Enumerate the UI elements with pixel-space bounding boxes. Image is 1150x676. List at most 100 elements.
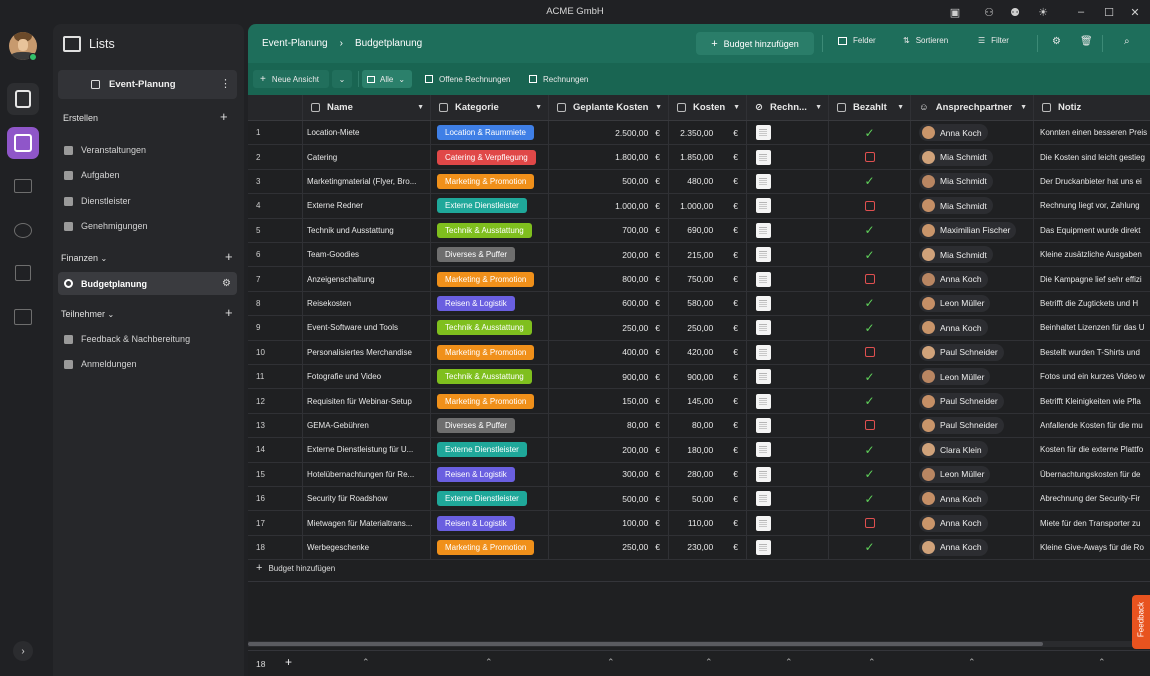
invoice-thumbnail-icon[interactable] [756, 271, 771, 287]
invoice-thumbnail-icon[interactable] [756, 173, 771, 189]
cell-note[interactable]: Rechnung liegt vor, Zahlung [1034, 194, 1150, 217]
cell-invoice[interactable] [747, 145, 829, 169]
cell-invoice[interactable] [747, 511, 829, 535]
users-icon[interactable]: ⚉ [1006, 4, 1024, 20]
cell-cost[interactable]: 1.850,00 € [669, 145, 747, 169]
sidebar-item-veranstaltungen[interactable]: Veranstaltungen [61, 139, 236, 161]
summary-toggle-icon[interactable]: ⌃ [1098, 657, 1106, 668]
cell-name[interactable]: Security für Roadshow [303, 487, 431, 511]
table-row[interactable]: 14 Externe Dienstleistung für U... Externe… [248, 438, 1150, 463]
cell-invoice[interactable] [747, 389, 829, 413]
cell-planned-cost[interactable]: 600,00 € [549, 291, 669, 316]
cell-category[interactable]: Marketing & Promotion [431, 169, 549, 194]
table-row[interactable]: 16 Security für Roadshow Externe Dienstlei… [248, 487, 1150, 512]
cell-paid[interactable] [829, 194, 911, 218]
cell-planned-cost[interactable]: 900,00 € [549, 365, 669, 389]
table-row[interactable]: 12 Requisiten für Webinar-Setup Marketing … [248, 389, 1150, 414]
cell-cost[interactable]: 480,00 € [669, 169, 747, 194]
table-row[interactable]: 18 Werbegeschenke Marketing & Promotion 250… [248, 535, 1150, 561]
table-row[interactable]: 1 Location-Miete Location & Raummiete 2.500… [248, 121, 1150, 146]
cell-category[interactable]: Diverses & Puffer [431, 243, 549, 267]
invoice-thumbnail-icon[interactable] [756, 149, 771, 165]
sidebar-item-aufgaben[interactable]: Aufgaben [61, 164, 236, 186]
unchecked-box-icon[interactable] [864, 274, 875, 285]
cell-cost[interactable]: 230,00 € [669, 535, 747, 560]
cell-planned-cost[interactable]: 800,00 € [549, 267, 669, 291]
cell-note[interactable]: Bestellt wurden T-Shirts und [1034, 341, 1150, 364]
sidebar-item-anmeldungen[interactable]: Anmeldungen [61, 353, 236, 375]
cell-planned-cost[interactable]: 500,00 € [549, 169, 669, 194]
new-view-dropdown-icon[interactable]: ⌄ [332, 70, 352, 88]
cell-cost[interactable]: 2.350,00 € [669, 121, 747, 145]
filter-button[interactable]: ☰ Filter [978, 36, 1009, 45]
cell-invoice[interactable] [747, 218, 829, 242]
summary-toggle-icon[interactable]: ⌃ [968, 657, 976, 668]
summary-toggle-icon[interactable]: ⌃ [785, 657, 793, 668]
check-circle-icon[interactable]: ✓ [864, 296, 874, 310]
cell-category[interactable]: Marketing & Promotion [431, 340, 549, 364]
invoice-thumbnail-icon[interactable] [756, 491, 771, 507]
check-circle-icon[interactable]: ✓ [864, 248, 874, 262]
check-circle-icon[interactable]: ✓ [864, 321, 874, 335]
cell-paid[interactable]: ✓ [829, 487, 911, 511]
chat-nav-icon[interactable] [7, 214, 39, 246]
summary-toggle-icon[interactable]: ⌃ [485, 657, 493, 668]
cell-note[interactable]: Der Druckanbieter hat uns ei [1034, 170, 1150, 193]
contact-chip[interactable]: Paul Schneider [919, 392, 1004, 410]
cell-note[interactable]: Miete für den Transporter zu [1034, 511, 1150, 534]
contact-chip[interactable]: Mia Schmidt [919, 246, 993, 264]
cell-name[interactable]: Anzeigenschaltung [303, 267, 431, 291]
cell-category[interactable]: Technik & Ausstattung [431, 316, 549, 340]
check-circle-icon[interactable]: ✓ [864, 394, 874, 408]
cell-planned-cost[interactable]: 250,00 € [549, 316, 669, 340]
workspace-selector[interactable]: Event-Planung ⋮ [58, 70, 237, 99]
cell-name[interactable]: Requisiten für Webinar-Setup [303, 389, 431, 413]
cell-note[interactable]: Übernachtungskosten für de [1034, 463, 1150, 486]
table-row[interactable]: 17 Mietwagen für Materialtrans... Reisen &… [248, 511, 1150, 536]
cell-paid[interactable] [829, 413, 911, 438]
cell-planned-cost[interactable]: 400,00 € [549, 340, 669, 364]
cell-category[interactable]: Reisen & Logistik [431, 462, 549, 486]
cell-contact[interactable]: Paul Schneider [911, 389, 1034, 413]
cell-planned-cost[interactable]: 700,00 € [549, 218, 669, 242]
contact-chip[interactable]: Anna Koch [919, 538, 988, 556]
cell-paid[interactable]: ✓ [829, 291, 911, 316]
cell-cost[interactable]: 80,00 € [669, 413, 747, 438]
cell-name[interactable]: Marketingmaterial (Flyer, Bro... [303, 169, 431, 194]
check-circle-icon[interactable]: ✓ [864, 223, 874, 237]
cell-cost[interactable]: 250,00 € [669, 316, 747, 340]
contact-chip[interactable]: Maximilian Fischer [919, 221, 1017, 239]
cell-category[interactable]: Diverses & Puffer [431, 413, 549, 438]
cell-contact[interactable]: Mia Schmidt [911, 194, 1034, 218]
add-budget-button[interactable]: + Budget hinzufügen [696, 32, 814, 55]
cell-planned-cost[interactable]: 80,00 € [549, 413, 669, 438]
calendar-nav-icon[interactable] [7, 301, 39, 333]
sidebar-item-feedback[interactable]: Feedback & Nachbereitung [61, 328, 236, 350]
unchecked-box-icon[interactable] [864, 152, 875, 163]
contact-chip[interactable]: Anna Koch [919, 270, 988, 288]
cell-invoice[interactable] [747, 194, 829, 218]
column-header-geplante-kosten[interactable]: Geplante Kosten ▼ [549, 95, 669, 120]
board-nav-icon[interactable] [7, 127, 39, 159]
contact-chip[interactable]: Leon Müller [919, 294, 991, 312]
cell-contact[interactable]: Mia Schmidt [911, 243, 1034, 267]
cell-cost[interactable]: 900,00 € [669, 365, 747, 389]
invoice-thumbnail-icon[interactable] [756, 417, 771, 433]
cell-contact[interactable]: Maximilian Fischer [911, 218, 1034, 242]
cell-invoice[interactable] [747, 169, 829, 194]
cell-planned-cost[interactable]: 200,00 € [549, 243, 669, 267]
cell-contact[interactable]: Anna Koch [911, 487, 1034, 511]
cell-cost[interactable]: 215,00 € [669, 243, 747, 267]
cell-paid[interactable]: ✓ [829, 438, 911, 462]
contact-chip[interactable]: Paul Schneider [919, 343, 1004, 361]
cell-name[interactable]: Catering [303, 145, 431, 169]
sidebar-item-genehmigungen[interactable]: Genehmigungen [61, 215, 236, 237]
table-row[interactable]: 11 Fotografie und Video Technik & Ausstatt… [248, 365, 1150, 390]
summary-toggle-icon[interactable]: ⌃ [362, 657, 370, 668]
horizontal-scrollbar[interactable] [248, 641, 1150, 647]
cell-name[interactable]: Fotografie und Video [303, 365, 431, 389]
lists-nav-icon[interactable] [7, 83, 39, 115]
column-header-ansprechpartner[interactable]: ☺ Ansprechpartner ▼ [911, 95, 1034, 120]
sidebar-item-dienstleister[interactable]: Dienstleister [61, 190, 236, 212]
cell-name[interactable]: Hotelübernachtungen für Re... [303, 462, 431, 486]
